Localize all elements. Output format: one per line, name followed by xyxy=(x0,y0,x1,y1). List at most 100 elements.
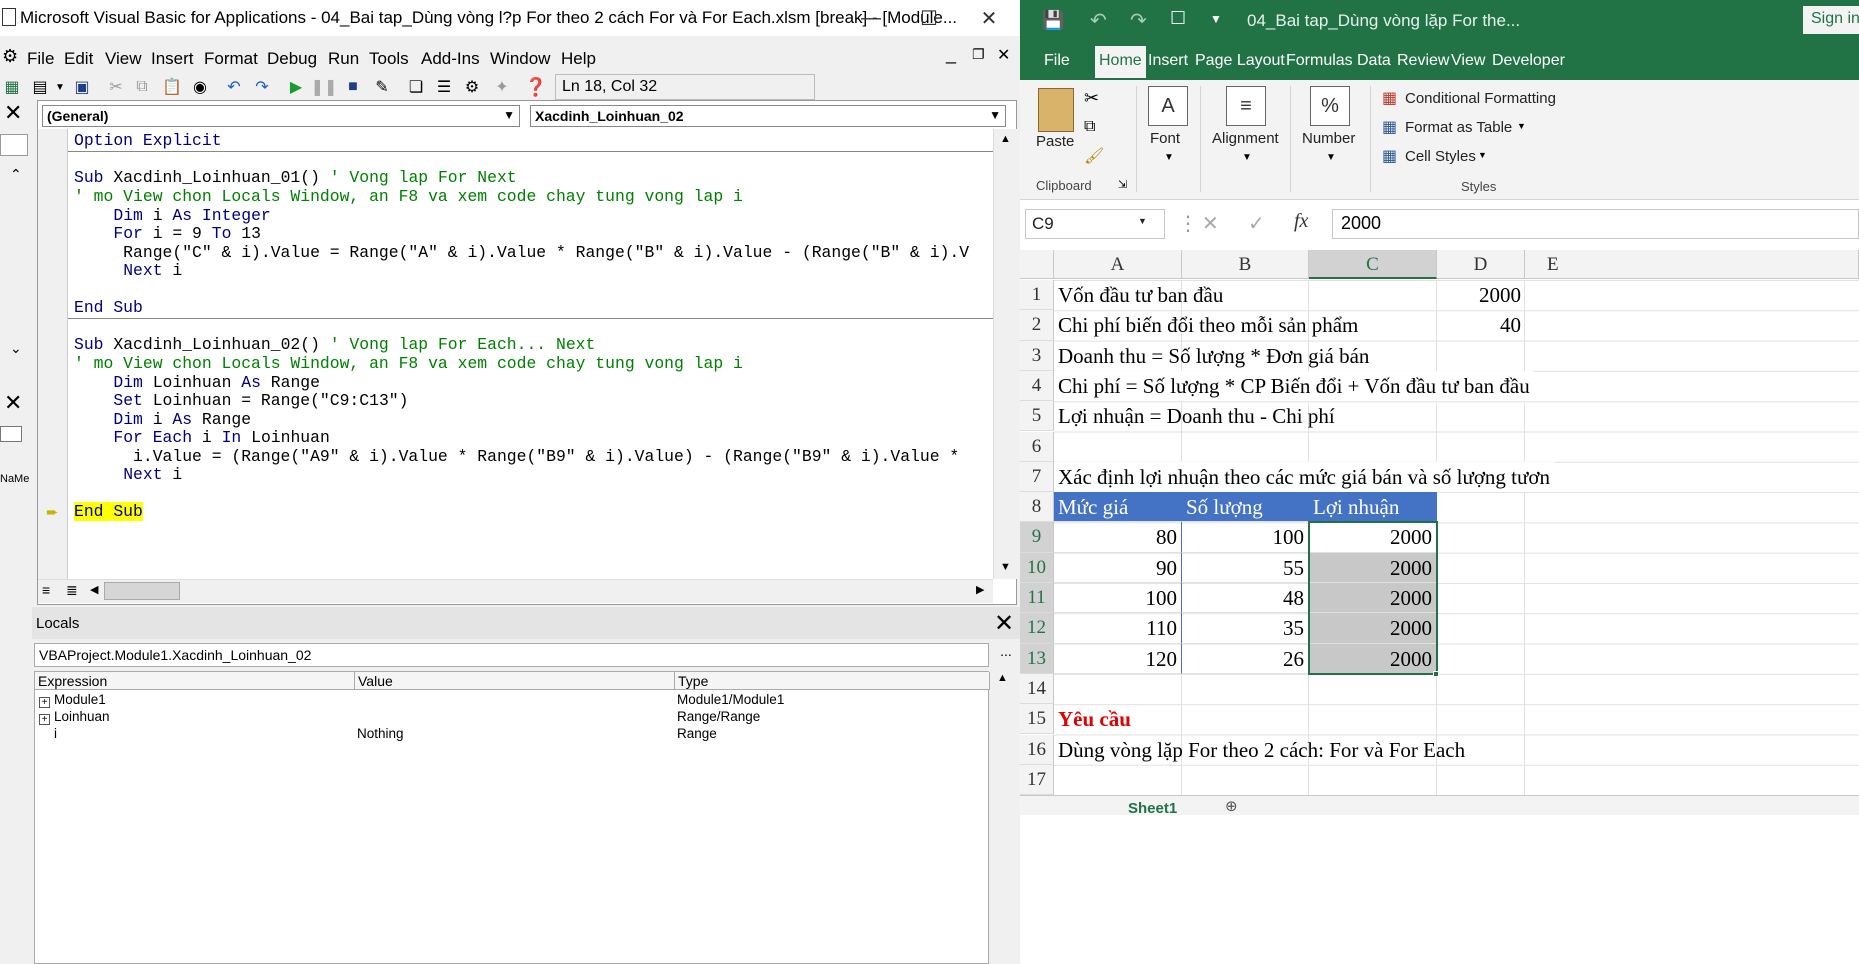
menu-tools[interactable]: Tools xyxy=(369,49,409,69)
properties-icon[interactable]: ☰ xyxy=(432,75,456,99)
tab-data[interactable]: Data xyxy=(1357,52,1391,70)
menu-run[interactable]: Run xyxy=(328,49,359,69)
redo-icon[interactable]: ↷ xyxy=(250,75,274,99)
reset-icon[interactable]: ■ xyxy=(341,75,365,99)
child-close-icon[interactable]: ✕ xyxy=(997,45,1010,65)
properties-combo[interactable] xyxy=(0,426,22,442)
menu-window[interactable]: Window xyxy=(490,49,550,69)
alignment-button[interactable]: Alignment xyxy=(1212,130,1279,147)
name-box[interactable]: C9 ▼ xyxy=(1025,209,1165,239)
cell-a9[interactable]: 80 xyxy=(1054,522,1182,553)
chevron-down-icon[interactable]: ▼ xyxy=(1326,152,1336,163)
scroll-down-icon[interactable]: ⌄ xyxy=(10,340,22,357)
child-restore-icon[interactable]: ❐ xyxy=(972,46,985,63)
paste-icon[interactable] xyxy=(1038,88,1074,132)
alignment-icon[interactable]: ≡ xyxy=(1226,86,1266,126)
cell-a12[interactable]: 110 xyxy=(1054,613,1182,644)
cell-c13[interactable]: 2000 xyxy=(1309,643,1437,674)
column-header-a[interactable]: A xyxy=(1054,250,1182,279)
tab-home[interactable]: Home xyxy=(1095,46,1146,78)
chevron-down-icon[interactable]: ▼ xyxy=(1242,152,1252,163)
cell-b10[interactable]: 55 xyxy=(1182,552,1309,583)
column-header-e[interactable]: E xyxy=(1525,250,1859,279)
design-mode-icon[interactable]: ✎ xyxy=(370,75,394,99)
object-combo[interactable]: (General) ▼ xyxy=(42,105,520,127)
sheet-tab-sheet1[interactable]: Sheet1 xyxy=(1128,800,1177,817)
menu-help[interactable]: Help xyxy=(561,49,596,69)
scroll-up-icon[interactable]: ▲ xyxy=(1000,133,1011,145)
child-minimize-icon[interactable]: _ xyxy=(946,44,956,65)
row-header[interactable]: 13 xyxy=(1020,643,1054,674)
cell-c11[interactable]: 2000 xyxy=(1309,583,1437,614)
vertical-scrollbar[interactable]: ▲ ▼ xyxy=(993,129,1017,579)
horizontal-scrollbar[interactable]: ≡ ≣ ◀ ▶ xyxy=(38,579,993,603)
number-button[interactable]: Number xyxy=(1302,130,1355,147)
cell-b9[interactable]: 100 xyxy=(1182,522,1309,553)
font-icon[interactable]: A xyxy=(1148,86,1188,126)
row-header[interactable]: 9 xyxy=(1020,522,1054,553)
format-painter-icon[interactable]: 🖌 xyxy=(1084,146,1104,166)
conditional-formatting-icon[interactable]: ▦ xyxy=(1382,88,1397,108)
cell-a4[interactable]: Chi phí = Số lượng * CP Biến đổi + Vốn đ… xyxy=(1054,370,1534,402)
locals-close-icon[interactable]: ✕ xyxy=(990,609,1018,637)
tab-file[interactable]: File xyxy=(1044,52,1070,70)
paste-icon[interactable]: 📋 xyxy=(160,75,184,99)
full-module-view-icon[interactable]: ≣ xyxy=(66,582,78,599)
expand-icon[interactable]: + xyxy=(39,714,50,725)
cell-c9[interactable]: 2000 xyxy=(1309,522,1437,553)
new-file-icon[interactable]: ☐ xyxy=(1170,8,1186,29)
copy-icon[interactable]: ⧉ xyxy=(130,75,154,99)
close-icon[interactable]: ✕ xyxy=(960,0,1018,36)
row-header[interactable]: 2 xyxy=(1020,310,1054,341)
column-header-b[interactable]: B xyxy=(1182,250,1309,279)
row-header[interactable]: 5 xyxy=(1020,401,1054,432)
row-header[interactable]: 10 xyxy=(1020,552,1054,583)
minimize-icon[interactable]: — xyxy=(842,0,900,36)
tab-formulas[interactable]: Formulas xyxy=(1286,52,1353,70)
insert-function-icon[interactable]: fx xyxy=(1294,210,1308,233)
sign-in-button[interactable]: Sign in xyxy=(1803,6,1859,34)
locals-row-i[interactable]: i xyxy=(54,726,57,741)
row-header[interactable]: 14 xyxy=(1020,673,1054,705)
undo-icon[interactable]: ↶ xyxy=(222,75,246,99)
procedure-combo[interactable]: Xacdinh_Loinhuan_02 ▼ xyxy=(530,105,1006,127)
row-header[interactable]: 1 xyxy=(1020,280,1054,311)
find-icon[interactable]: ◉ xyxy=(188,75,212,99)
cell-c12[interactable]: 2000 xyxy=(1309,613,1437,644)
dropdown-arrow-icon[interactable]: ▼ xyxy=(48,75,72,99)
project-explorer-icon[interactable]: ❏ xyxy=(404,75,428,99)
tab-review[interactable]: Review xyxy=(1397,52,1449,70)
cell-styles-icon[interactable]: ▦ xyxy=(1382,146,1397,166)
cell-d1[interactable]: 2000 xyxy=(1437,280,1525,310)
font-button[interactable]: Font xyxy=(1150,130,1180,147)
scroll-down-icon[interactable]: ▼ xyxy=(1000,561,1011,573)
table-header-so-luong[interactable]: Số lượng xyxy=(1182,492,1309,523)
row-header[interactable]: 12 xyxy=(1020,613,1054,644)
cell-a11[interactable]: 100 xyxy=(1054,583,1182,614)
chevron-down-icon[interactable]: ▼ xyxy=(1517,121,1526,131)
row-header[interactable]: 7 xyxy=(1020,461,1054,493)
scroll-thumb[interactable] xyxy=(104,582,180,600)
tab-page-layout[interactable]: Page Layout xyxy=(1195,52,1285,70)
number-format-icon[interactable]: % xyxy=(1310,86,1350,126)
chevron-down-icon[interactable]: ▼ xyxy=(1478,150,1487,160)
toolbox-icon[interactable]: ✦ xyxy=(490,75,514,99)
row-header[interactable]: 3 xyxy=(1020,340,1054,371)
menu-insert[interactable]: Insert xyxy=(151,49,194,69)
cell-c10[interactable]: 2000 xyxy=(1309,552,1437,583)
row-header[interactable]: 6 xyxy=(1020,431,1054,462)
undo-icon[interactable]: ↶ xyxy=(1090,8,1107,33)
customize-qat-icon[interactable]: ▼ xyxy=(1210,12,1222,26)
project-panel-icon[interactable] xyxy=(0,134,28,156)
procedure-view-icon[interactable]: ≡ xyxy=(42,582,50,598)
scroll-up-icon[interactable]: ⌃ xyxy=(10,166,22,183)
cell-styles-button[interactable]: Cell Styles xyxy=(1405,148,1476,165)
save-icon[interactable]: 💾 xyxy=(1042,10,1064,31)
column-type[interactable]: Type xyxy=(675,672,990,690)
add-sheet-icon[interactable]: ⊕ xyxy=(1225,797,1238,815)
select-all-corner[interactable] xyxy=(1020,250,1054,279)
expand-icon[interactable]: + xyxy=(39,697,50,708)
more-options-icon[interactable]: ⋮ xyxy=(1178,211,1198,236)
cell-b11[interactable]: 48 xyxy=(1182,583,1309,614)
copy-icon[interactable]: ⧉ xyxy=(1084,118,1095,136)
